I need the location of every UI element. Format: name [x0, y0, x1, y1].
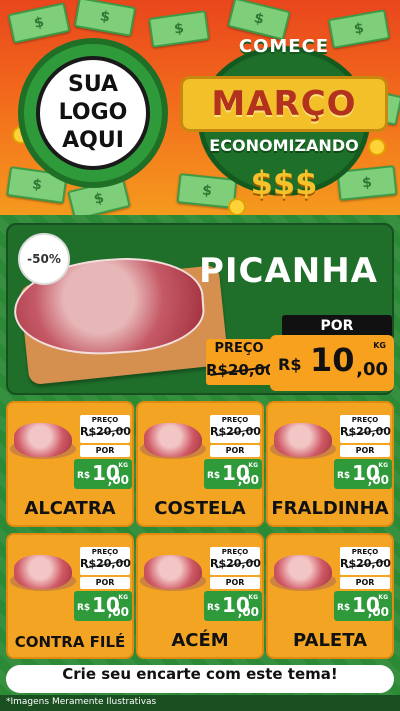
logo-text: LOGO [58, 100, 128, 125]
cta-banner[interactable]: Crie seu encarte com este tema! [6, 665, 394, 693]
old-price-label: PREÇO [221, 416, 249, 424]
currency: R$ [207, 471, 221, 481]
new-price-box: R$ 10 KG ,00 [74, 591, 132, 621]
product-card[interactable]: PREÇO R$20,00 POR R$ 10 KG ,00 PALETA [266, 533, 394, 659]
old-price-box: PREÇO R$20,00 [210, 547, 261, 575]
old-price-label: PREÇO [351, 416, 379, 424]
promo-line-marco: MARÇO [211, 84, 357, 124]
meat-image [274, 423, 332, 457]
price-unit: KG [378, 462, 388, 469]
old-price-box: PREÇO R$20,00 [80, 415, 131, 443]
meat-image [14, 555, 72, 589]
featured-product-name: PICANHA [198, 251, 378, 291]
new-price-box: R$ 10 KG ,00 [334, 591, 392, 621]
currency: R$ [77, 603, 91, 613]
currency: R$ [337, 603, 351, 613]
currency: R$ [278, 355, 302, 374]
header-banner: SUA LOGO AQUI COMECE MARÇO ECONOMIZANDO … [0, 0, 400, 215]
new-price-label: POR [340, 445, 390, 457]
new-price-box: R$ 10 KG ,00 [270, 335, 394, 391]
product-name: CONTRA FILÉ [14, 633, 126, 651]
price-decimal: ,00 [237, 605, 259, 619]
price-unit: KG [248, 594, 258, 601]
meat-image [144, 423, 202, 457]
currency: R$ [207, 603, 221, 613]
old-price-value: R$20,00 [80, 425, 131, 438]
price-unit: KG [378, 594, 388, 601]
product-name: COSTELA [154, 498, 246, 519]
price-decimal: ,00 [107, 605, 129, 619]
promo-line-money: $$$ [250, 164, 318, 202]
old-price-label: PREÇO [91, 548, 119, 556]
price-decimal: ,00 [367, 605, 389, 619]
product-card[interactable]: PREÇO R$20,00 POR R$ 10 KG ,00 ALCATRA [6, 401, 134, 527]
new-price-label: POR [282, 315, 392, 337]
price-unit: KG [373, 341, 386, 350]
new-price-label: POR [80, 445, 130, 457]
meat-image [144, 555, 202, 589]
price-unit: KG [118, 462, 128, 469]
discount-badge: -50% [18, 233, 70, 285]
offers-section: -50% PICANHA PREÇO R$20,00 POR R$ 10 KG … [0, 215, 400, 711]
old-price-value: R$20,00 [340, 557, 391, 570]
price-decimal: ,00 [356, 359, 388, 380]
logo-text: SUA [67, 72, 119, 97]
product-name: FRALDINHA [271, 498, 389, 519]
old-price-box: PREÇO R$20,00 [206, 339, 276, 385]
product-card[interactable]: PREÇO R$20,00 POR R$ 10 KG ,00 ACÉM [136, 533, 264, 659]
logo-circle: SUA LOGO AQUI [36, 56, 150, 170]
new-price-label: POR [340, 577, 390, 589]
currency: R$ [337, 471, 351, 481]
new-price-label: POR [210, 445, 260, 457]
price-unit: KG [248, 462, 258, 469]
price-decimal: ,00 [367, 473, 389, 487]
new-price-label: POR [80, 577, 130, 589]
old-price-value: R$20,00 [210, 425, 261, 438]
old-price-box: PREÇO R$20,00 [210, 415, 261, 443]
old-price-label: PREÇO [351, 548, 379, 556]
new-price-box: R$ 10 KG ,00 [74, 459, 132, 489]
promo-banner: MARÇO [180, 76, 388, 132]
old-price-value: R$20,00 [206, 361, 276, 379]
flyer-page: SUA LOGO AQUI COMECE MARÇO ECONOMIZANDO … [0, 0, 400, 711]
old-price-label: PREÇO [91, 416, 119, 424]
old-price-box: PREÇO R$20,00 [80, 547, 131, 575]
old-price-box: PREÇO R$20,00 [340, 415, 391, 443]
product-card[interactable]: PREÇO R$20,00 POR R$ 10 KG ,00 COSTELA [136, 401, 264, 527]
promo-line-comece: COMECE [238, 36, 330, 57]
new-price-box: R$ 10 KG ,00 [204, 591, 262, 621]
price-integer: 10 [310, 341, 355, 379]
price-decimal: ,00 [107, 473, 129, 487]
product-name: PALETA [292, 630, 368, 651]
featured-offer[interactable]: -50% PICANHA PREÇO R$20,00 POR R$ 10 KG … [6, 223, 394, 395]
disclaimer-text: *Imagens Meramente Ilustrativas [6, 697, 157, 707]
price-unit: KG [118, 594, 128, 601]
new-price-box: R$ 10 KG ,00 [204, 459, 262, 489]
product-name: ALCATRA [24, 498, 116, 519]
old-price-box: PREÇO R$20,00 [340, 547, 391, 575]
product-card[interactable]: PREÇO R$20,00 POR R$ 10 KG ,00 CONTRA FI… [6, 533, 134, 659]
product-name: ACÉM [171, 630, 229, 651]
promo-badge: COMECE MARÇO ECONOMIZANDO $$$ [180, 28, 388, 208]
new-price-box: R$ 10 KG ,00 [334, 459, 392, 489]
product-card[interactable]: PREÇO R$20,00 POR R$ 10 KG ,00 FRALDINHA [266, 401, 394, 527]
old-price-value: R$20,00 [340, 425, 391, 438]
disclaimer-bar: *Imagens Meramente Ilustrativas [0, 695, 400, 711]
meat-image [14, 423, 72, 457]
meat-image [274, 555, 332, 589]
money-bill-icon [73, 0, 137, 37]
old-price-label: PREÇO [221, 548, 249, 556]
old-price-value: R$20,00 [80, 557, 131, 570]
old-price-value: R$20,00 [210, 557, 261, 570]
price-decimal: ,00 [237, 473, 259, 487]
logo-text: AQUI [62, 128, 124, 153]
currency: R$ [77, 471, 91, 481]
promo-line-economizando: ECONOMIZANDO [209, 136, 359, 155]
money-bill-icon [7, 2, 71, 44]
new-price-label: POR [210, 577, 260, 589]
old-price-label: PREÇO [214, 341, 264, 356]
logo-placeholder: SUA LOGO AQUI [18, 38, 168, 188]
